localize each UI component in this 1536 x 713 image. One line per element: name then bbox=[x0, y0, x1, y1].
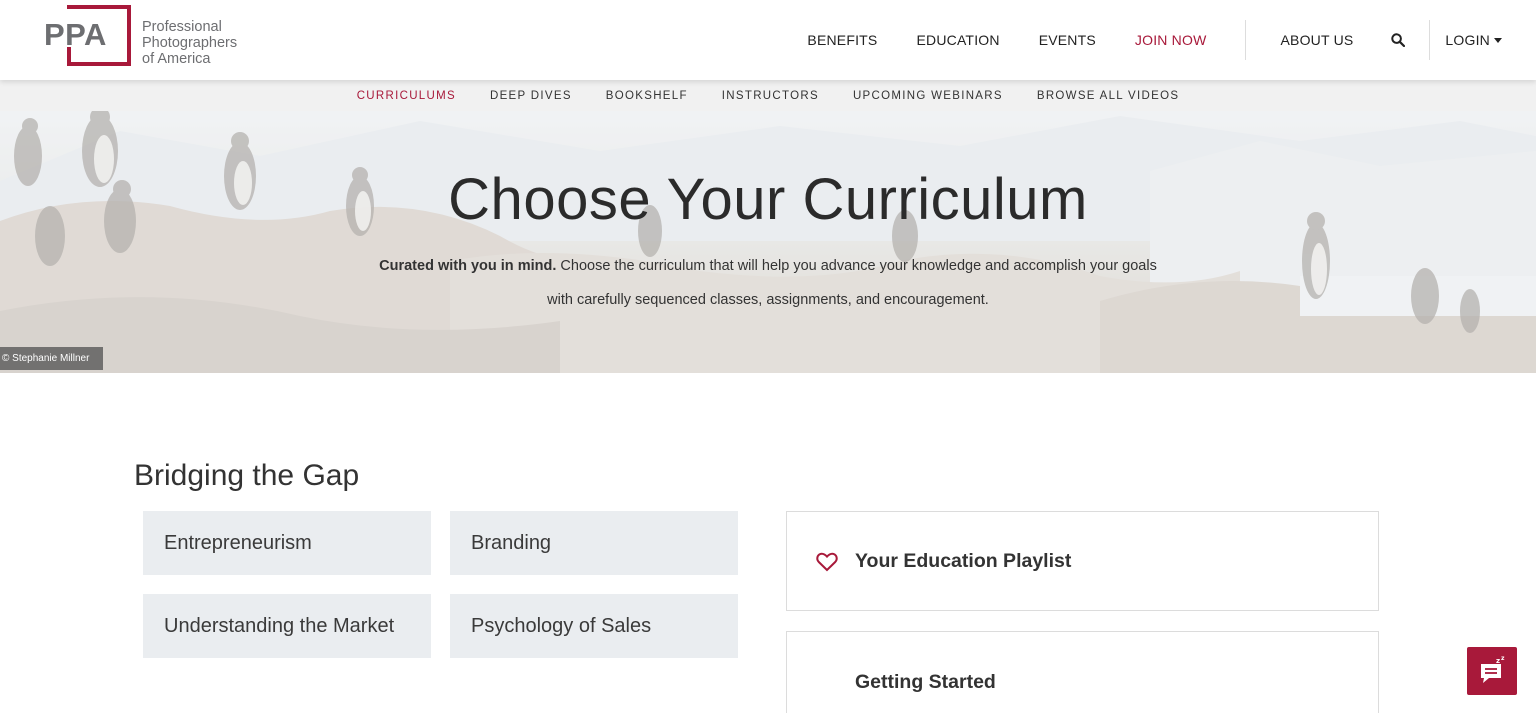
curriculum-tile-entrepreneurism[interactable]: Entrepreneurism bbox=[143, 511, 431, 575]
logo-wordmark: Professional Photographers of America bbox=[142, 19, 237, 67]
nav-divider bbox=[1244, 20, 1246, 60]
logo-frame bbox=[127, 5, 131, 66]
playlist-title: Your Education Playlist bbox=[855, 550, 1072, 572]
main-nav: BENEFITS EDUCATION EVENTS JOIN NOW ABOUT… bbox=[807, 0, 1536, 80]
hero-lead-bold: Curated with you in mind. bbox=[379, 258, 557, 274]
nav-about-us[interactable]: ABOUT US bbox=[1281, 32, 1354, 48]
logo-line: Professional bbox=[142, 19, 222, 35]
hero-description: Curated with you in mind. Choose the cur… bbox=[365, 249, 1171, 317]
heart-icon bbox=[816, 552, 838, 572]
nav-benefits[interactable]: BENEFITS bbox=[807, 32, 877, 48]
education-playlist-card[interactable]: Your Education Playlist bbox=[786, 511, 1379, 611]
logo-mark: PPA bbox=[44, 17, 107, 52]
photo-credit: © Stephanie Millner bbox=[0, 347, 104, 370]
logo-line: of America bbox=[142, 51, 211, 67]
svg-text:z: z bbox=[1496, 657, 1500, 665]
section-title: Bridging the Gap bbox=[134, 459, 360, 492]
hero-lead-text: Choose the curriculum that will help you… bbox=[547, 258, 1157, 308]
subnav-upcoming-webinars[interactable]: UPCOMING WEBINARS bbox=[853, 90, 1003, 102]
search-icon[interactable] bbox=[1391, 33, 1406, 47]
getting-started-card[interactable]: Getting Started bbox=[786, 631, 1379, 713]
logo-frame bbox=[67, 62, 131, 66]
education-subnav: CURRICULUMS DEEP DIVES BOOKSHELF INSTRUC… bbox=[0, 80, 1536, 111]
page-title: Choose Your Curriculum bbox=[448, 167, 1088, 232]
subnav-deep-dives[interactable]: DEEP DIVES bbox=[490, 90, 572, 102]
getting-started-title: Getting Started bbox=[855, 671, 996, 693]
subnav-bookshelf[interactable]: BOOKSHELF bbox=[606, 90, 688, 102]
nav-events[interactable]: EVENTS bbox=[1039, 32, 1096, 48]
subnav-instructors[interactable]: INSTRUCTORS bbox=[722, 90, 819, 102]
subnav-curriculums[interactable]: CURRICULUMS bbox=[357, 90, 456, 102]
hero-overlay bbox=[0, 111, 1536, 373]
svg-text:z: z bbox=[1501, 656, 1505, 662]
chat-icon: z z bbox=[1481, 656, 1505, 683]
nav-divider bbox=[1429, 20, 1431, 60]
curriculum-tile-understanding-the-market[interactable]: Understanding the Market bbox=[143, 594, 431, 658]
caret-down-icon bbox=[1494, 37, 1502, 43]
login-dropdown[interactable]: LOGIN bbox=[1445, 32, 1502, 48]
logo-frame bbox=[67, 5, 131, 9]
nav-join-now[interactable]: JOIN NOW bbox=[1135, 32, 1207, 48]
hero-banner: Choose Your Curriculum Curated with you … bbox=[0, 111, 1536, 373]
subnav-browse-all-videos[interactable]: BROWSE ALL VIDEOS bbox=[1037, 90, 1179, 102]
login-label: LOGIN bbox=[1445, 32, 1490, 48]
site-header: PPA Professional Photographers of Americ… bbox=[0, 0, 1536, 80]
curriculum-tile-branding[interactable]: Branding bbox=[450, 511, 738, 575]
chat-button[interactable]: z z bbox=[1467, 647, 1517, 695]
nav-education[interactable]: EDUCATION bbox=[916, 32, 999, 48]
logo-line: Photographers bbox=[142, 35, 238, 51]
ppa-logo[interactable]: PPA Professional Photographers of Americ… bbox=[44, 5, 264, 69]
curriculum-tile-psychology-of-sales[interactable]: Psychology of Sales bbox=[450, 594, 738, 658]
